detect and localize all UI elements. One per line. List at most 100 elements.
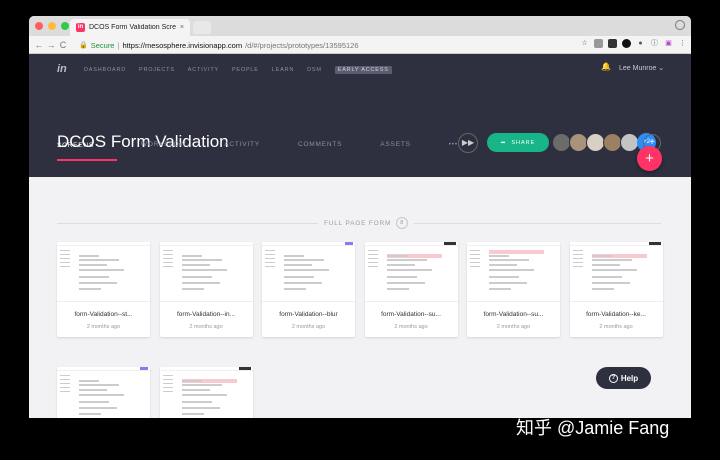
back-button[interactable]: ← [33,40,45,50]
screen-name: form-Validation--su... [483,311,544,318]
extension-icon[interactable] [622,39,631,48]
nav-dsm[interactable]: DSM [307,67,322,73]
section-header[interactable]: FULL PAGE FORM 8 [318,217,415,229]
screen-card[interactable]: form-Validation--su... 2 months ago [467,242,560,337]
thumb-topbar [57,367,150,371]
thumb-line [181,394,227,396]
bookmark-star-icon[interactable]: ☆ [580,39,589,48]
tab-comments[interactable]: COMMENTS [298,141,342,161]
invision-logo[interactable]: in [57,63,67,75]
section-title: FULL PAGE FORM [324,219,392,227]
browser-menu-icon[interactable]: ⋮ [678,39,687,48]
thumb-tag [345,242,353,245]
tab-more[interactable]: ••• [449,141,458,161]
thumb-line [489,264,517,266]
watermark: 知乎 @Jamie Fang [516,418,670,438]
thumb-line [79,394,124,396]
info-icon[interactable]: ⓘ [650,39,659,48]
new-tab-button[interactable] [193,21,211,34]
thumb-line [386,259,427,261]
close-window-button[interactable] [35,22,43,30]
thumb-sidebar [265,250,275,270]
help-label: Help [620,373,639,383]
thumb-tag [238,367,251,370]
thumb-line [284,276,314,278]
screen-name: form-Validation--st... [74,311,133,318]
tab-workflow[interactable]: WORKFLOW [141,141,186,161]
nav-people[interactable]: PEOPLE [232,67,259,73]
screen-card[interactable]: form-Validation--in... 2 months ago [159,242,253,337]
tab-close-icon[interactable]: × [180,24,184,31]
screen-card[interactable]: form-Validation--blur 2 months ago [262,242,355,337]
browser-tab[interactable]: in DCOS Form Validation Screens × [70,19,190,36]
thumb-tag [140,367,148,370]
thumb-line [79,389,107,391]
nav-activity[interactable]: ACTIVITY [188,67,219,73]
minimize-window-button[interactable] [48,22,56,30]
screen-card[interactable] [57,367,150,418]
thumb-line [79,276,109,278]
thumb-line [79,259,119,261]
tab-title: DCOS Form Validation Screens [89,24,176,31]
thumb-line [386,288,409,290]
url-path: /d/#/projects/prototypes/13595126 [245,40,359,50]
forward-button[interactable]: → [45,40,57,50]
thumb-line [79,413,101,415]
thumb-tag [648,242,661,245]
thumb-line [181,413,204,415]
thumb-line [79,380,99,382]
early-access-badge: EARLY ACCESS [334,66,392,74]
share-button[interactable]: ➦ SHARE [487,133,549,152]
thumb-line [181,384,222,386]
thumb-line [79,407,117,409]
reload-button[interactable]: C [57,40,69,50]
tab-activity[interactable]: ACTIVITY [224,141,260,161]
thumb-line [181,401,212,403]
nav-learn[interactable]: LEARN [272,67,294,73]
app-header: in DASHBOARD PROJECTS ACTIVITY PEOPLE LE… [29,54,691,177]
url-input[interactable]: 🔒 Secure | https://mesosphere.invisionap… [79,38,571,52]
notification-bell-icon[interactable]: 🔔 [601,62,611,71]
screen-time: 2 months ago [599,324,633,330]
help-button[interactable]: ? Help [596,367,651,389]
thumb-line [591,255,612,257]
thumb-line [181,389,210,391]
url-host: https://mesosphere.invisionapp.com [122,40,243,50]
thumb-line [79,264,107,266]
screen-thumbnail [467,242,560,302]
thumb-line [489,282,527,284]
maximize-window-button[interactable] [61,22,69,30]
browser-profile-icon[interactable] [675,20,685,30]
thumb-line [181,276,212,278]
project-tabs: SCREENS ⌄ WORKFLOW ACTIVITY COMMENTS ASS… [57,141,496,161]
layers-icon[interactable] [608,39,617,48]
screen-thumbnail [159,242,253,302]
thumb-line [386,255,407,257]
screen-card[interactable]: form-Validation--ke... 2 months ago [569,242,663,337]
screen-time: 2 months ago [189,324,223,330]
screen-card[interactable]: form-Validation--st... 2 months ago [57,242,150,337]
tab-screens[interactable]: SCREENS ⌄ [57,141,117,161]
thumb-line [181,255,202,257]
thumb-line [386,264,415,266]
extension-icons: ☆ ● ⓘ ▣ ⋮ [580,39,687,48]
screen-card[interactable]: form-Validation--su... 2 months ago [364,242,458,337]
user-menu[interactable]: Lee Munroe ⌄ [619,64,664,72]
thumb-line [181,264,210,266]
screen-card[interactable] [159,367,253,418]
nav-dashboard[interactable]: DASHBOARD [84,67,126,73]
pocket-icon[interactable] [594,39,603,48]
drop-icon[interactable]: ● [636,39,645,48]
tab-assets[interactable]: ASSETS [380,141,410,161]
screen-time: 2 months ago [86,324,121,330]
secure-label: Secure [90,40,115,50]
screens-content: FULL PAGE FORM 8 form-Validation--st... 2… [29,177,691,418]
thumb-error-banner [489,250,544,254]
thumb-sidebar [367,250,378,270]
thumb-line [386,269,432,271]
nav-projects[interactable]: PROJECTS [139,67,175,73]
screen-thumbnail [364,242,458,302]
add-screen-fab[interactable]: + [637,146,662,171]
color-picker-icon[interactable]: ▣ [664,39,673,48]
screen-name: form-Validation--su... [381,311,441,318]
